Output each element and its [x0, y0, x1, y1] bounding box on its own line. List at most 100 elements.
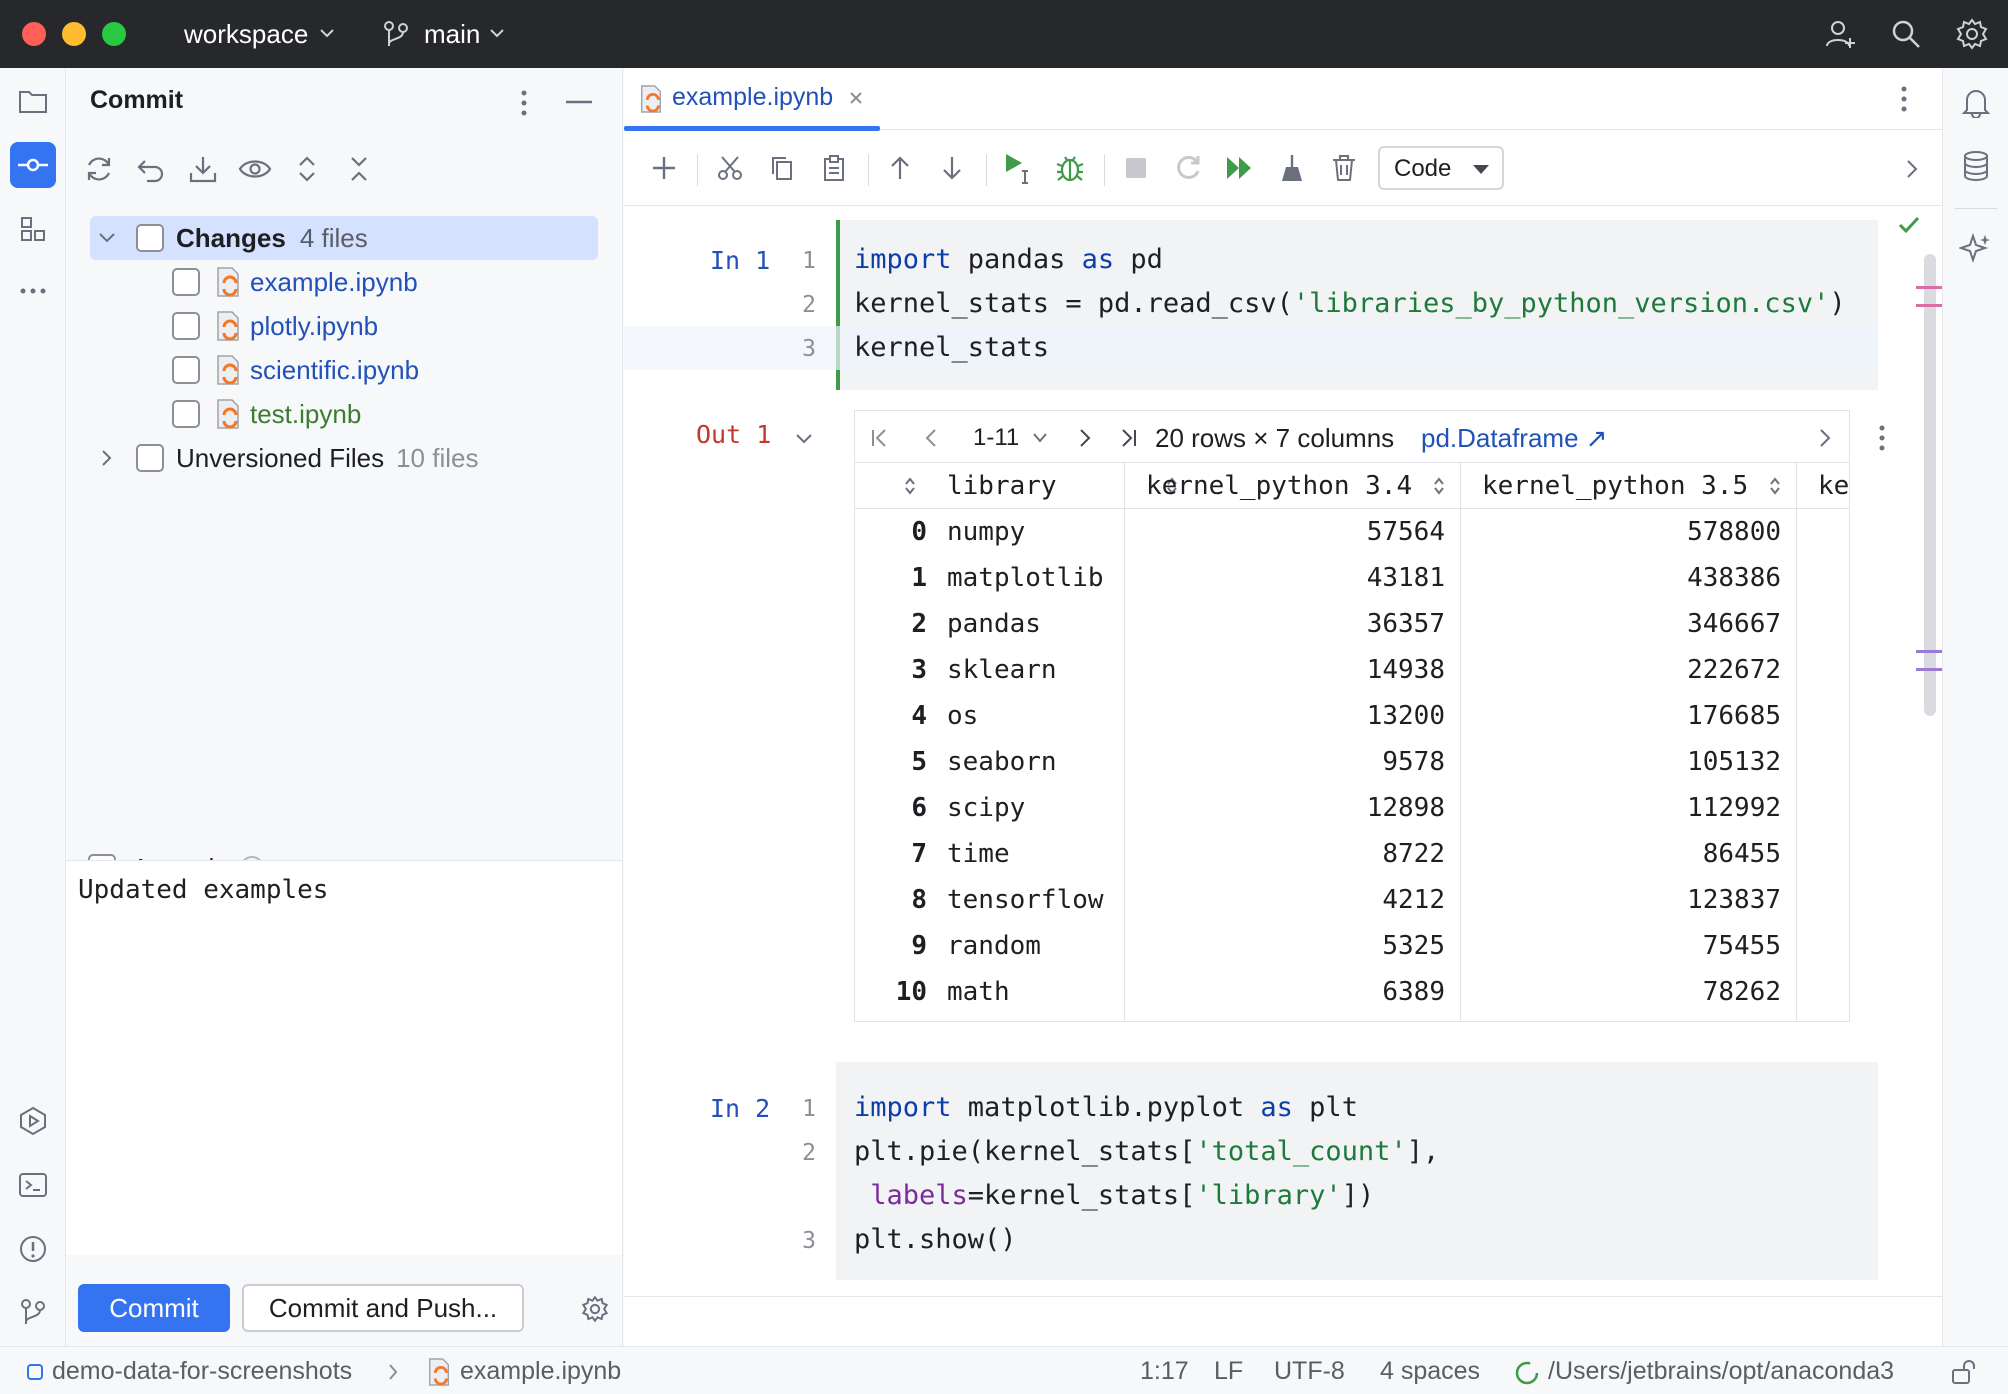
zoom-window-button[interactable] [102, 22, 126, 46]
next-page-icon[interactable] [1073, 427, 1095, 449]
commit-tool-button[interactable] [10, 142, 56, 188]
row-range[interactable]: 1-11 [973, 424, 1019, 452]
search-icon[interactable] [1888, 16, 1924, 52]
move-cell-down-button[interactable] [932, 148, 972, 188]
table-row[interactable]: 1 matplotlib 43181 438386 [855, 555, 1849, 601]
collapse-all-button[interactable] [340, 150, 378, 188]
more-vertical-icon[interactable] [1900, 84, 1908, 114]
show-diff-button[interactable] [236, 150, 274, 188]
table-row[interactable]: 4 os 13200 176685 [855, 693, 1849, 739]
file-checkbox[interactable] [172, 356, 200, 384]
code-line[interactable]: plt.show() [854, 1224, 1017, 1255]
collapse-output-chevron-icon[interactable] [794, 432, 814, 446]
table-row[interactable]: 8 tensorflow 4212 123837 [855, 877, 1849, 923]
changes-checkbox[interactable] [136, 224, 164, 252]
line-separator[interactable]: LF [1214, 1357, 1243, 1386]
update-button[interactable] [184, 150, 222, 188]
terminal-tool-button[interactable] [10, 1162, 56, 1208]
chevron-right-icon[interactable] [96, 447, 118, 469]
cut-cell-button[interactable] [710, 148, 750, 188]
code-line[interactable]: plt.pie(kernel_stats['total_count'], [854, 1136, 1439, 1167]
commit-button[interactable]: Commit [78, 1284, 230, 1332]
commit-message-text[interactable]: Updated examples [78, 875, 328, 905]
minimize-panel-icon[interactable] [566, 100, 592, 104]
close-tab-icon[interactable] [848, 90, 864, 106]
project-view-button[interactable] [10, 78, 56, 124]
table-row[interactable]: 3 sklearn 14938 222672 [855, 647, 1849, 693]
delete-cell-button[interactable] [1324, 148, 1364, 188]
chevron-right-icon[interactable] [1904, 158, 1920, 180]
file-row-test[interactable]: test.ipynb [172, 392, 361, 436]
clear-outputs-button[interactable] [1272, 148, 1312, 188]
caret-position[interactable]: 1:17 [1140, 1357, 1189, 1386]
code-line[interactable]: import matplotlib.pyplot as plt [854, 1092, 1358, 1123]
python-interpreter[interactable]: /Users/jetbrains/opt/anaconda3 [1548, 1357, 1894, 1386]
interrupt-kernel-button[interactable] [1116, 148, 1156, 188]
close-window-button[interactable] [22, 22, 46, 46]
file-checkbox[interactable] [172, 312, 200, 340]
restart-kernel-button[interactable] [1168, 148, 1208, 188]
file-checkbox[interactable] [172, 400, 200, 428]
debug-cell-button[interactable] [1050, 148, 1090, 188]
add-cell-button[interactable] [644, 148, 684, 188]
copy-cell-button[interactable] [762, 148, 802, 188]
lock-open-icon[interactable] [1950, 1359, 1976, 1385]
table-row[interactable]: 2 pandas 36357 346667 [855, 601, 1849, 647]
structure-tool-button[interactable] [10, 206, 56, 252]
run-all-button[interactable] [1220, 148, 1260, 188]
table-row[interactable]: 7 time 8722 86455 [855, 831, 1849, 877]
first-page-icon[interactable] [869, 427, 891, 449]
index-column-header[interactable] [855, 463, 935, 509]
vertical-scrollbar[interactable] [1924, 254, 1936, 716]
expand-all-button[interactable] [288, 150, 326, 188]
settings-gear-icon[interactable] [1954, 16, 1990, 52]
editor-tab-example[interactable]: example.ipynb [624, 68, 880, 131]
refresh-button[interactable] [80, 150, 118, 188]
chevron-right-icon[interactable] [1817, 427, 1833, 449]
git-tool-button[interactable] [10, 1290, 56, 1336]
code-line[interactable]: import pandas as pd [854, 244, 1163, 275]
database-icon[interactable] [1961, 150, 1991, 182]
commit-message-area[interactable]: Updated examples [66, 860, 622, 1255]
chevron-down-icon[interactable] [1031, 431, 1049, 445]
column-header[interactable]: ke [1796, 463, 1849, 509]
unversioned-group[interactable]: Unversioned Files 10 files [96, 436, 478, 480]
last-page-icon[interactable] [1117, 427, 1139, 449]
code-line[interactable]: labels=kernel_stats['library']) [854, 1180, 1374, 1211]
changes-group[interactable]: Changes 4 files [96, 216, 368, 260]
file-row-scientific[interactable]: scientific.ipynb [172, 348, 419, 392]
move-cell-up-button[interactable] [880, 148, 920, 188]
commit-and-push-button[interactable]: Commit and Push... [242, 1284, 524, 1332]
more-tools-button[interactable] [10, 268, 56, 314]
minimize-window-button[interactable] [62, 22, 86, 46]
table-row[interactable]: 0 numpy 57564 578800 [855, 509, 1849, 555]
column-header[interactable]: kernel_python 3.5 [1460, 463, 1796, 509]
open-dataframe-link[interactable]: pd.Dataframe ↗ [1421, 423, 1608, 454]
more-vertical-icon[interactable] [520, 88, 528, 118]
ai-assistant-sparkle-icon[interactable] [1959, 232, 1993, 266]
table-row[interactable]: 5 seaborn 9578 105132 [855, 739, 1849, 785]
rollback-button[interactable] [132, 150, 170, 188]
cell-type-dropdown[interactable]: Code [1378, 146, 1504, 190]
run-tool-button[interactable] [10, 1098, 56, 1144]
code-line[interactable]: kernel_stats = pd.read_csv('libraries_by… [854, 288, 1846, 319]
table-row[interactable]: 6 scipy 12898 112992 [855, 785, 1849, 831]
unversioned-checkbox[interactable] [136, 444, 164, 472]
previous-page-icon[interactable] [921, 427, 943, 449]
file-row-plotly[interactable]: plotly.ipynb [172, 304, 378, 348]
more-vertical-icon[interactable] [1878, 424, 1886, 452]
sort-icon[interactable] [1768, 476, 1782, 496]
paste-cell-button[interactable] [814, 148, 854, 188]
project-switcher[interactable]: workspace [184, 0, 340, 68]
sort-icon[interactable] [903, 476, 917, 496]
table-row[interactable]: 9 random 5325 75455 [855, 923, 1849, 969]
problems-tool-button[interactable] [10, 1226, 56, 1272]
chevron-down-icon[interactable] [96, 230, 118, 246]
indent-setting[interactable]: 4 spaces [1380, 1357, 1480, 1386]
sort-icon[interactable] [1432, 476, 1446, 496]
column-header[interactable]: kernel_python 3.4 [1124, 463, 1460, 509]
add-user-icon[interactable] [1822, 16, 1858, 52]
file-checkbox[interactable] [172, 268, 200, 296]
breadcrumb-file[interactable]: example.ipynb [460, 1357, 621, 1386]
branch-switcher[interactable]: main [380, 0, 510, 68]
